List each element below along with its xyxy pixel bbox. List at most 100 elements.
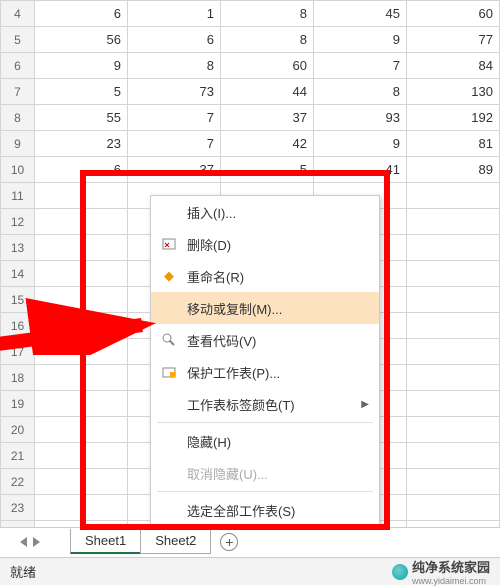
cell[interactable]: 84 <box>407 53 500 79</box>
cell[interactable]: 9 <box>314 131 407 157</box>
menu-move-or-copy[interactable]: 移动或复制(M)... <box>151 292 379 324</box>
row-header[interactable]: 9 <box>1 131 35 157</box>
cell[interactable]: 8 <box>221 27 314 53</box>
cell[interactable]: 93 <box>314 105 407 131</box>
cell[interactable] <box>35 443 128 469</box>
tab-nav <box>20 537 40 547</box>
cell[interactable] <box>407 261 500 287</box>
row-header[interactable]: 15 <box>1 287 35 313</box>
cell[interactable] <box>407 417 500 443</box>
cell[interactable] <box>407 313 500 339</box>
cell[interactable]: 44 <box>221 79 314 105</box>
cell[interactable]: 9 <box>314 27 407 53</box>
cell[interactable] <box>35 339 128 365</box>
cell[interactable] <box>35 495 128 521</box>
cell[interactable] <box>407 495 500 521</box>
cell[interactable]: 55 <box>35 105 128 131</box>
cell[interactable]: 37 <box>128 157 221 183</box>
cell[interactable] <box>407 391 500 417</box>
row-header[interactable]: 18 <box>1 365 35 391</box>
tab-prev-icon[interactable] <box>20 537 27 547</box>
row-header[interactable]: 4 <box>1 1 35 27</box>
row-header[interactable]: 17 <box>1 339 35 365</box>
row-header[interactable]: 8 <box>1 105 35 131</box>
cell[interactable]: 41 <box>314 157 407 183</box>
cell[interactable]: 8 <box>314 79 407 105</box>
menu-tab-color[interactable]: 工作表标签颜色(T) ▶ <box>151 388 379 420</box>
row-header[interactable]: 19 <box>1 391 35 417</box>
row-header[interactable]: 21 <box>1 443 35 469</box>
cell[interactable]: 56 <box>35 27 128 53</box>
cell[interactable] <box>407 469 500 495</box>
cell[interactable] <box>35 365 128 391</box>
cell[interactable]: 45 <box>314 1 407 27</box>
cell[interactable]: 5 <box>221 157 314 183</box>
cell[interactable]: 6 <box>35 157 128 183</box>
row-header[interactable]: 13 <box>1 235 35 261</box>
cell[interactable] <box>407 287 500 313</box>
cell[interactable] <box>407 339 500 365</box>
cell[interactable] <box>407 443 500 469</box>
row-header[interactable]: 20 <box>1 417 35 443</box>
cell[interactable]: 60 <box>221 53 314 79</box>
row-header[interactable]: 11 <box>1 183 35 209</box>
cell[interactable]: 23 <box>35 131 128 157</box>
cell[interactable]: 81 <box>407 131 500 157</box>
status-bar: 就绪 纯净系统家园 www.yidaimei.com <box>0 557 500 585</box>
cell[interactable] <box>35 235 128 261</box>
row-header[interactable]: 16 <box>1 313 35 339</box>
cell[interactable] <box>407 365 500 391</box>
cell[interactable]: 73 <box>128 79 221 105</box>
cell[interactable]: 130 <box>407 79 500 105</box>
menu-view-code[interactable]: 查看代码(V) <box>151 324 379 356</box>
row-header[interactable]: 6 <box>1 53 35 79</box>
cell[interactable]: 89 <box>407 157 500 183</box>
menu-insert[interactable]: 插入(I)... <box>151 196 379 228</box>
cell[interactable]: 192 <box>407 105 500 131</box>
cell[interactable]: 8 <box>128 53 221 79</box>
cell[interactable]: 6 <box>35 1 128 27</box>
cell[interactable] <box>35 183 128 209</box>
cell[interactable]: 9 <box>35 53 128 79</box>
cell[interactable]: 5 <box>35 79 128 105</box>
menu-select-all-sheets[interactable]: 选定全部工作表(S) <box>151 494 379 526</box>
cell[interactable] <box>407 235 500 261</box>
cell[interactable] <box>35 313 128 339</box>
row-header[interactable]: 22 <box>1 469 35 495</box>
cell[interactable]: 77 <box>407 27 500 53</box>
sheet-tab-1[interactable]: Sheet1 <box>70 529 141 554</box>
cell[interactable]: 8 <box>221 1 314 27</box>
cell[interactable]: 6 <box>128 27 221 53</box>
cell[interactable] <box>35 417 128 443</box>
menu-unhide-label: 取消隐藏(U)... <box>187 464 268 483</box>
cell[interactable] <box>35 287 128 313</box>
row-header[interactable]: 12 <box>1 209 35 235</box>
cell[interactable] <box>35 469 128 495</box>
cell[interactable]: 7 <box>128 131 221 157</box>
menu-insert-label: 插入(I)... <box>187 203 236 222</box>
menu-rename[interactable]: ◆ 重命名(R) <box>151 260 379 292</box>
row-header[interactable]: 10 <box>1 157 35 183</box>
cell[interactable]: 60 <box>407 1 500 27</box>
cell[interactable] <box>35 261 128 287</box>
menu-protect-sheet[interactable]: 保护工作表(P)... <box>151 356 379 388</box>
cell[interactable]: 42 <box>221 131 314 157</box>
cell[interactable]: 37 <box>221 105 314 131</box>
cell[interactable]: 7 <box>128 105 221 131</box>
row-header[interactable]: 5 <box>1 27 35 53</box>
cell[interactable] <box>407 209 500 235</box>
tab-next-icon[interactable] <box>33 537 40 547</box>
cell[interactable]: 1 <box>128 1 221 27</box>
add-sheet-button[interactable]: + <box>220 533 238 551</box>
menu-delete[interactable]: 删除(D) <box>151 228 379 260</box>
sheet-tab-2[interactable]: Sheet2 <box>140 529 211 554</box>
cell[interactable] <box>35 391 128 417</box>
row-header[interactable]: 7 <box>1 79 35 105</box>
row-header[interactable]: 14 <box>1 261 35 287</box>
cell[interactable] <box>407 183 500 209</box>
cell[interactable]: 7 <box>314 53 407 79</box>
menu-hide[interactable]: 隐藏(H) <box>151 425 379 457</box>
row-header[interactable]: 23 <box>1 495 35 521</box>
menu-separator <box>157 491 373 492</box>
cell[interactable] <box>35 209 128 235</box>
